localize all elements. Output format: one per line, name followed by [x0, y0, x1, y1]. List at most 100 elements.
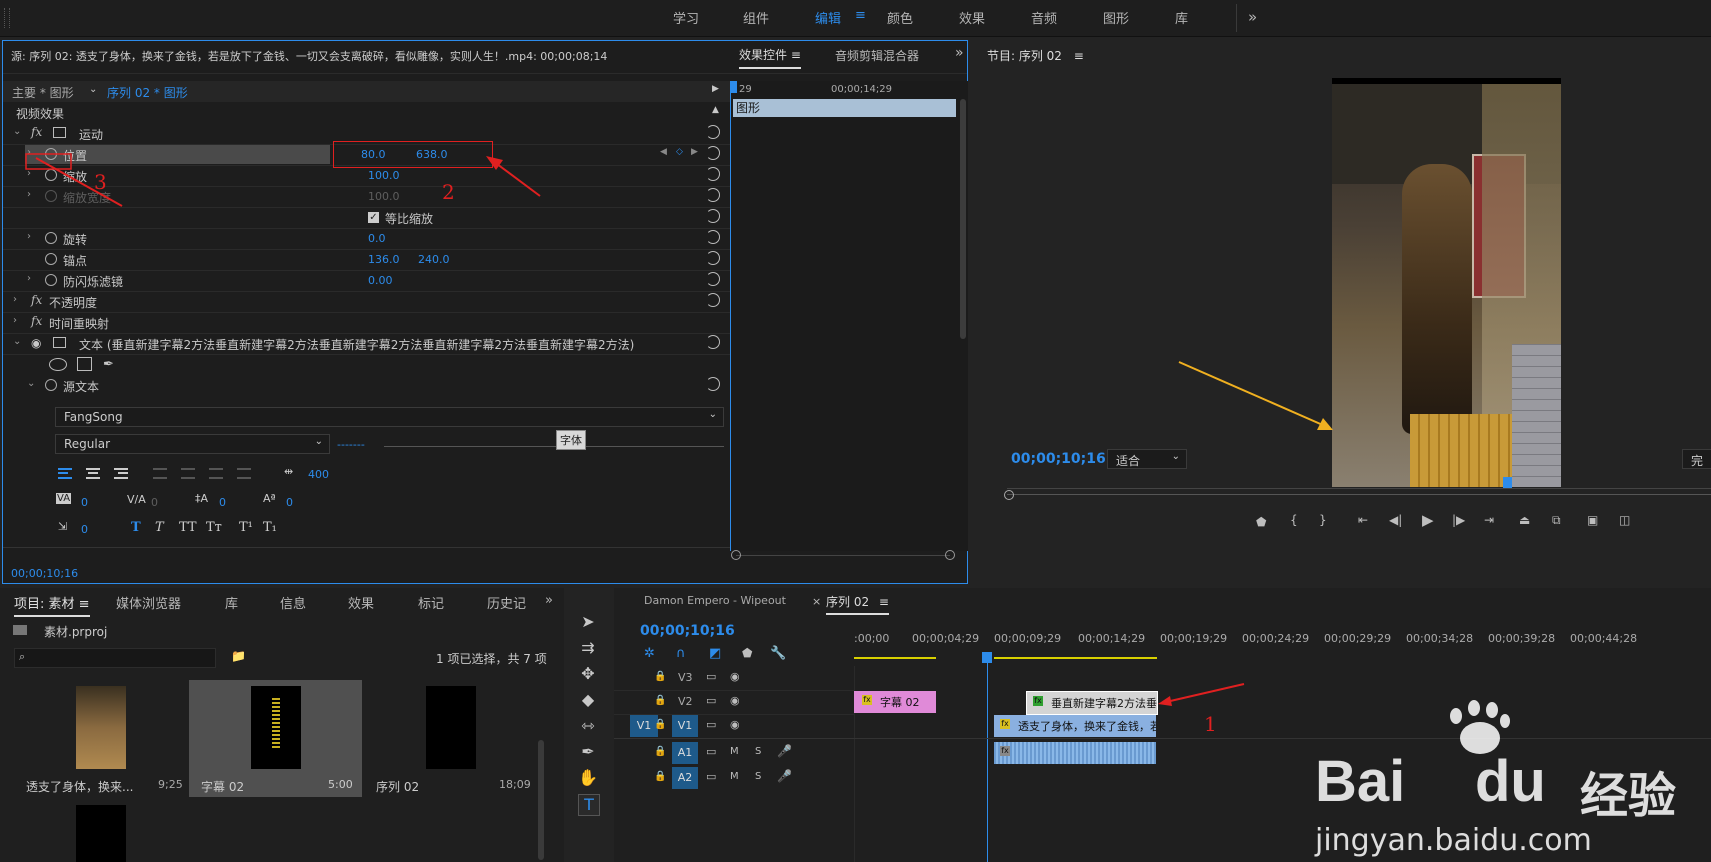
solo-button[interactable]: S — [755, 746, 761, 757]
step-forward-icon[interactable]: |▶ — [1452, 513, 1465, 527]
new-bin-icon[interactable]: 📁 — [231, 649, 246, 663]
mute-button[interactable]: M — [730, 771, 739, 782]
fit-dropdown[interactable]: 适合 ⌄ — [1107, 449, 1187, 469]
close-icon[interactable]: × — [812, 595, 821, 608]
text-layer-row[interactable]: ⌄ ◉ 文本 (垂直新建字幕2方法垂直新建字幕2方法垂直新建字幕2方法垂直新建字… — [3, 333, 730, 355]
stopwatch-icon[interactable] — [45, 379, 57, 391]
film-icon[interactable]: ▭ — [706, 694, 716, 707]
add-marker-icon[interactable]: ⬟ — [1256, 515, 1266, 529]
reset-icon[interactable] — [706, 188, 720, 202]
stopwatch-icon[interactable] — [45, 232, 57, 244]
film-icon[interactable]: ▭ — [706, 745, 716, 758]
menu-icon[interactable]: ≡ — [1074, 49, 1084, 63]
rotation-row[interactable]: › 旋转 0.0 — [3, 228, 730, 250]
clip-title-02[interactable]: fx 字幕 02 — [854, 691, 936, 713]
align-center-icon[interactable] — [86, 468, 100, 479]
rectangle-mask-icon[interactable] — [77, 357, 92, 371]
mark-out-icon[interactable]: } — [1319, 513, 1327, 527]
align-left-icon[interactable] — [58, 468, 72, 479]
chevron-down-icon[interactable]: ⌄ — [27, 378, 35, 389]
next-keyframe-icon[interactable]: ▶ — [691, 147, 698, 157]
film-icon[interactable]: ▭ — [706, 670, 716, 683]
more-workspaces-icon[interactable]: » — [1248, 8, 1257, 26]
timeline-playhead[interactable] — [982, 652, 992, 663]
scroll-up-icon[interactable]: ▲ — [712, 105, 719, 115]
workspace-effects[interactable]: 效果 — [959, 8, 985, 27]
small-caps-icon[interactable]: Tт — [206, 520, 222, 535]
mute-button[interactable]: M — [730, 746, 739, 757]
work-area-bar[interactable] — [854, 657, 936, 659]
reset-icon[interactable] — [706, 230, 720, 244]
export-frame-icon[interactable]: ▣ — [1587, 513, 1598, 527]
nest-icon[interactable]: ✲ — [644, 646, 655, 661]
microphone-icon[interactable]: 🎤 — [777, 769, 792, 783]
film-icon[interactable]: ▭ — [706, 718, 716, 731]
kerning-value[interactable]: 0 — [81, 496, 88, 509]
lock-icon[interactable]: 🔒 — [654, 719, 666, 730]
pen-icon[interactable]: ✒ — [578, 742, 598, 762]
rotation-value[interactable]: 0.0 — [368, 232, 386, 245]
workspace-learn[interactable]: 学习 — [673, 8, 699, 27]
reset-icon[interactable] — [706, 293, 720, 307]
program-timecode[interactable]: 00;00;10;16 — [1011, 451, 1106, 467]
font-family-dropdown[interactable]: FangSong ⌄ — [55, 407, 724, 427]
settings-wrench-icon[interactable]: 🔧 — [770, 646, 786, 661]
lock-icon[interactable]: 🔒 — [654, 746, 666, 757]
chevron-down-icon[interactable]: ⌄ — [13, 336, 21, 347]
stopwatch-icon[interactable] — [45, 253, 57, 265]
slip-icon[interactable]: ⇿ — [578, 716, 598, 736]
graphic-clip-bar[interactable]: 图形 — [733, 99, 956, 117]
razor-icon[interactable]: ◆ — [578, 690, 598, 710]
subscript-icon[interactable]: T₁ — [263, 520, 277, 535]
clip-audio[interactable]: fx — [994, 742, 1156, 764]
tab-media-browser[interactable]: 媒体浏览器 — [116, 593, 181, 612]
step-back-icon[interactable]: ◀| — [1389, 513, 1402, 527]
tab-libraries[interactable]: 库 — [225, 593, 238, 612]
zoom-handle-right[interactable] — [945, 550, 955, 560]
hand-icon[interactable]: ✋ — [578, 768, 598, 788]
workspace-libraries[interactable]: 库 — [1175, 8, 1188, 27]
reset-icon[interactable] — [706, 209, 720, 223]
reset-icon[interactable] — [706, 335, 720, 349]
workspace-assembly[interactable]: 组件 — [743, 8, 769, 27]
mark-in-icon[interactable]: { — [1290, 513, 1298, 527]
play-icon[interactable]: ▶ — [1422, 511, 1434, 529]
project-item-selected[interactable]: 字幕 02 5:00 — [189, 680, 362, 797]
faux-bold-icon[interactable]: T — [131, 520, 141, 535]
workspace-audio[interactable]: 音频 — [1031, 8, 1057, 27]
menu-icon[interactable]: ≡ — [855, 8, 866, 23]
anchor-x[interactable]: 136.0 — [368, 253, 400, 266]
leading-value[interactable]: 0 — [219, 496, 226, 509]
scrollbar[interactable] — [960, 99, 966, 339]
baseline-value[interactable]: 0 — [286, 496, 293, 509]
project-item[interactable] — [14, 799, 187, 862]
workspace-edit[interactable]: 编辑 — [815, 8, 841, 27]
go-to-in-icon[interactable]: ⇤ — [1358, 513, 1368, 527]
play-icon[interactable]: ▶ — [712, 84, 719, 94]
program-playhead[interactable] — [1503, 477, 1512, 488]
type-tool-icon[interactable]: T — [578, 794, 600, 816]
eye-icon[interactable]: ◉ — [730, 718, 740, 731]
ellipse-mask-icon[interactable] — [49, 358, 67, 371]
reset-icon[interactable] — [706, 251, 720, 265]
superscript-icon[interactable]: T¹ — [239, 520, 253, 535]
microphone-icon[interactable]: 🎤 — [777, 744, 792, 758]
zoom-scroll[interactable] — [736, 555, 950, 556]
all-caps-icon[interactable]: TT — [179, 520, 197, 535]
clip-vertical-title[interactable]: fx 垂直新建字幕2方法垂直 — [1026, 691, 1158, 715]
tab-info[interactable]: 信息 — [280, 593, 306, 612]
font-size-dashes[interactable]: ------- — [337, 438, 365, 451]
more-tabs-icon[interactable]: » — [545, 593, 553, 608]
chevron-right-icon[interactable]: › — [13, 294, 17, 305]
fx-icon[interactable]: fx — [31, 293, 42, 307]
reset-icon[interactable] — [706, 377, 720, 391]
quality-dropdown[interactable]: 完 — [1682, 449, 1711, 469]
time-remap-row[interactable]: › fx 时间重映射 — [3, 312, 730, 334]
opacity-row[interactable]: › fx 不透明度 — [3, 291, 730, 313]
tab-other-sequence[interactable]: Damon Empero - Wipeout — [644, 594, 786, 607]
effect-controls-timecode[interactable]: 00;00;10;16 — [11, 567, 78, 580]
eye-icon[interactable]: ◉ — [730, 670, 740, 683]
tab-project[interactable]: 项目: 素材 ≡ — [14, 593, 90, 617]
workspace-graphics[interactable]: 图形 — [1103, 8, 1129, 27]
solo-button[interactable]: S — [755, 771, 761, 782]
